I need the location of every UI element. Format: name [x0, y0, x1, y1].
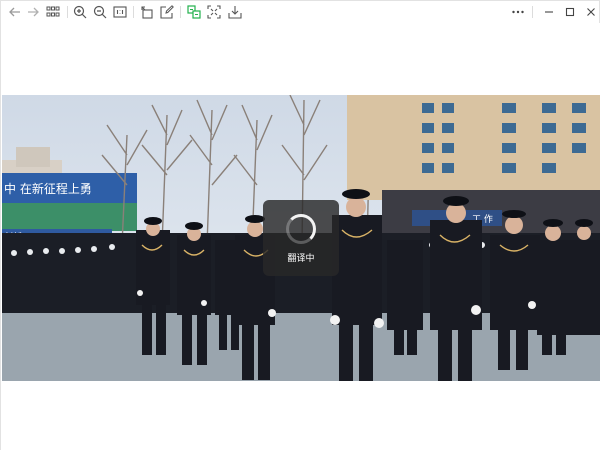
loading-spinner-icon: [286, 213, 316, 244]
zoom-in-button[interactable]: [72, 4, 88, 20]
rotate-icon: [141, 6, 153, 19]
toolbar: [1, 1, 600, 23]
zoom-in-icon: [73, 5, 87, 19]
close-button[interactable]: [583, 4, 599, 20]
translating-label: 翻译中: [287, 252, 315, 263]
zoom-out-icon: [93, 5, 107, 19]
translate-button[interactable]: [186, 4, 202, 20]
more-button[interactable]: [510, 4, 526, 20]
toolbar-divider: [180, 6, 181, 18]
close-icon: [587, 8, 595, 16]
forward-button[interactable]: [25, 4, 41, 20]
fullscreen-icon: [207, 5, 221, 19]
edit-button[interactable]: [159, 4, 175, 20]
more-icon: [512, 10, 524, 14]
translating-overlay: 翻译中: [263, 200, 339, 276]
minimize-button[interactable]: [541, 4, 557, 20]
toolbar-divider: [67, 6, 68, 18]
banner-text: 中 在新征程上勇: [4, 181, 92, 196]
toolbar-divider: [532, 6, 533, 18]
image-viewer-window: 中 在新征程上勇 创新 工: [0, 0, 600, 450]
grid-icon: [46, 6, 60, 17]
maximize-button[interactable]: [562, 4, 578, 20]
actual-size-button[interactable]: [112, 4, 128, 20]
arrow-left-icon: [9, 7, 20, 17]
actual-size-icon: [113, 6, 127, 18]
fullscreen-button[interactable]: [206, 4, 222, 20]
download-icon: [228, 6, 242, 19]
edit-icon: [160, 5, 174, 19]
grid-view-button[interactable]: [45, 4, 61, 20]
back-button[interactable]: [7, 4, 23, 20]
toolbar-divider: [133, 6, 134, 18]
maximize-icon: [565, 7, 575, 17]
rotate-button[interactable]: [139, 4, 155, 20]
arrow-right-icon: [28, 7, 39, 17]
translate-icon: [187, 5, 201, 19]
download-button[interactable]: [227, 4, 243, 20]
zoom-out-button[interactable]: [92, 4, 108, 20]
minimize-icon: [545, 11, 553, 13]
